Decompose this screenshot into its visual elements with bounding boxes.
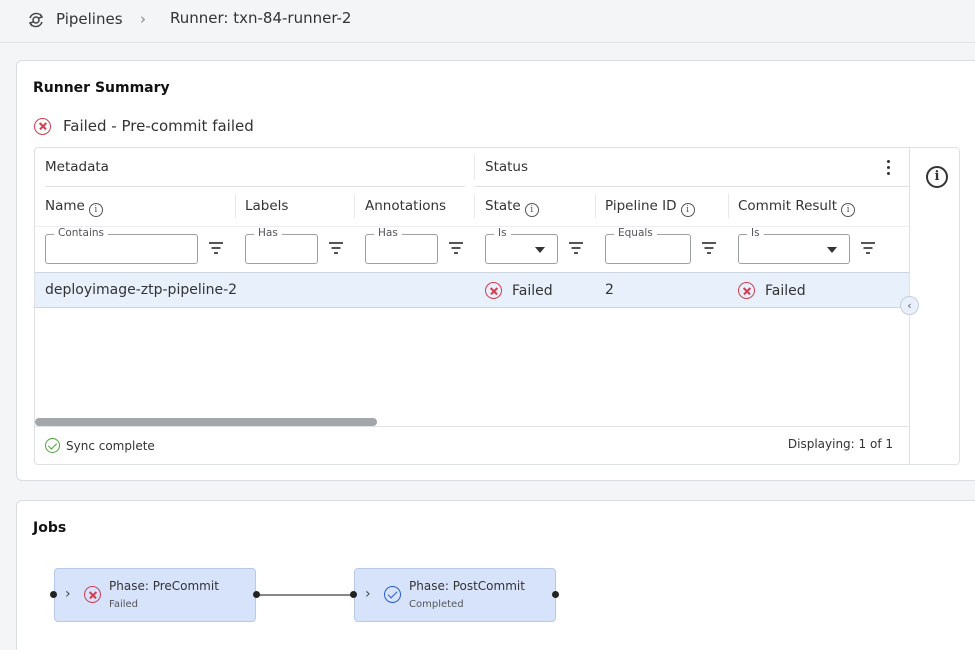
filter-labels-input[interactable]: Has: [245, 227, 318, 264]
cell-commit-result: Failed: [738, 282, 806, 299]
header-divider: [35, 226, 909, 227]
job-status: Failed: [109, 599, 139, 610]
column-separator[interactable]: [728, 194, 729, 218]
sync-status-text: Sync complete: [66, 438, 155, 453]
filter-icon[interactable]: [449, 242, 463, 254]
filter-icon[interactable]: [569, 242, 583, 254]
column-header-pipeline-id[interactable]: Pipeline ID i: [605, 198, 695, 217]
job-port: [552, 591, 559, 598]
sync-status: Sync complete: [45, 438, 155, 453]
filter-icon[interactable]: [209, 242, 223, 254]
info-icon[interactable]: i: [680, 203, 695, 217]
job-port: [253, 591, 260, 598]
column-separator: [474, 154, 475, 180]
filter-name-input[interactable]: Contains: [45, 227, 198, 264]
chevron-down-icon[interactable]: [827, 247, 837, 253]
info-icon[interactable]: i: [88, 203, 103, 217]
chevron-right-icon[interactable]: ›: [365, 586, 371, 602]
column-header-name[interactable]: Name i: [45, 198, 103, 217]
info-icon[interactable]: i: [524, 203, 539, 217]
filter-icon[interactable]: [702, 242, 716, 254]
column-separator[interactable]: [595, 194, 596, 218]
column-separator[interactable]: [235, 194, 236, 218]
runner-summary-title: Runner Summary: [33, 80, 170, 96]
chevron-right-icon[interactable]: ›: [65, 586, 71, 602]
job-title: Phase: PostCommit: [409, 579, 525, 593]
column-header-labels[interactable]: Labels: [245, 198, 288, 214]
horizontal-scrollbar[interactable]: [35, 418, 377, 426]
filter-state-select[interactable]: Is: [485, 227, 558, 264]
top-bar: Pipelines › Runner: txn-84-runner-2: [0, 0, 975, 43]
chevron-down-icon[interactable]: [535, 247, 545, 253]
info-icon[interactable]: i: [926, 166, 948, 188]
breadcrumb-current: Runner: txn-84-runner-2: [170, 9, 352, 27]
runner-status: Failed - Pre-commit failed: [34, 117, 254, 135]
cell-name: deployimage-ztp-pipeline-2: [45, 282, 238, 298]
group-divider: [45, 186, 465, 187]
job-node-precommit[interactable]: › Phase: PreCommit Failed: [54, 568, 256, 622]
group-header-status: Status: [485, 159, 529, 175]
jobs-title: Jobs: [33, 520, 67, 536]
chevron-left-icon[interactable]: ‹: [900, 296, 919, 315]
filter-icon[interactable]: [861, 242, 875, 254]
column-header-annotations[interactable]: Annotations: [365, 198, 446, 214]
error-circle-icon: [84, 586, 101, 603]
breadcrumb-separator-icon: ›: [140, 10, 146, 28]
footer-divider: [35, 426, 909, 427]
column-header-state[interactable]: State i: [485, 198, 539, 217]
cell-state: Failed: [485, 282, 553, 299]
job-status: Completed: [409, 599, 464, 610]
job-title: Phase: PreCommit: [109, 579, 219, 593]
table-row[interactable]: deployimage-ztp-pipeline-2 Failed 2 Fail…: [35, 272, 909, 308]
error-circle-icon: [34, 117, 51, 135]
check-circle-icon: [384, 586, 401, 603]
check-circle-icon: [45, 438, 60, 453]
job-edge: [257, 594, 353, 596]
error-circle-icon: [738, 282, 755, 299]
column-header-commit-result[interactable]: Commit Result i: [738, 198, 856, 217]
runner-summary-card: Runner Summary Failed - Pre-commit faile…: [16, 60, 975, 481]
error-circle-icon: [485, 282, 502, 299]
filter-pipeline-id-input[interactable]: Equals: [605, 227, 691, 264]
breadcrumb-pipelines[interactable]: Pipelines: [56, 10, 123, 28]
group-divider: [475, 186, 909, 187]
job-port: [350, 591, 357, 598]
runner-status-text: Failed - Pre-commit failed: [63, 117, 254, 135]
job-node-postcommit[interactable]: › Phase: PostCommit Completed: [354, 568, 556, 622]
job-port: [50, 591, 57, 598]
column-separator[interactable]: [354, 194, 355, 218]
filter-icon[interactable]: [329, 242, 343, 254]
group-header-metadata: Metadata: [45, 159, 109, 175]
displaying-count: Displaying: 1 of 1: [787, 437, 893, 451]
kebab-menu-icon[interactable]: [887, 160, 891, 176]
filter-commit-result-select[interactable]: Is: [738, 227, 850, 264]
runner-grid: Metadata Status Name i Labels Annotations…: [34, 147, 960, 465]
jobs-card: Jobs › Phase: PreCommit Failed › Phase: …: [16, 500, 975, 650]
filter-annotations-input[interactable]: Has: [365, 227, 438, 264]
pipeline-sync-icon: [28, 12, 44, 28]
info-icon[interactable]: i: [841, 203, 856, 217]
column-separator[interactable]: [474, 194, 475, 218]
cell-pipeline-id: 2: [605, 282, 614, 298]
